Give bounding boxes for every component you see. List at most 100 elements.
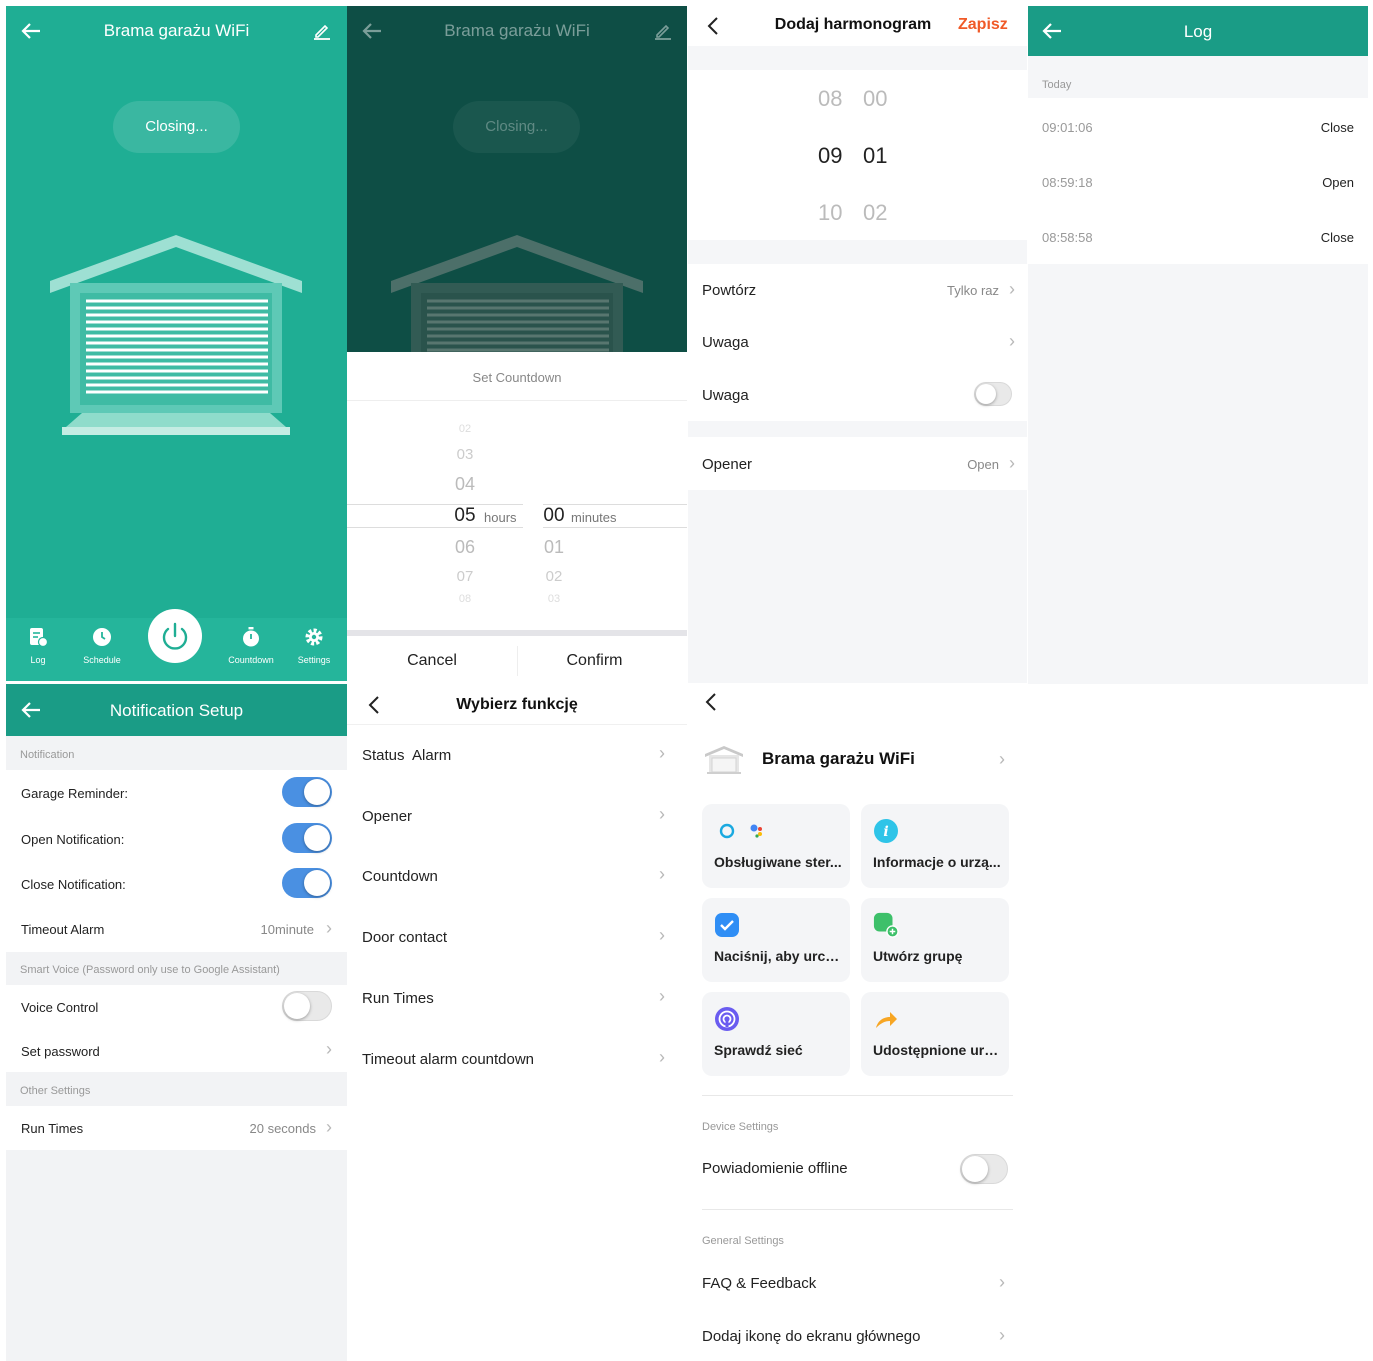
time-hour-1[interactable]: 08: [818, 86, 842, 112]
device-header-row[interactable]: Brama garażu WiFi ›: [688, 734, 1027, 786]
note-toggle-row: Uwaga: [688, 368, 1027, 421]
chevron-right-icon: ›: [326, 1039, 332, 1059]
time-minute-selected[interactable]: 01: [863, 143, 887, 169]
chevron-right-icon: ›: [659, 925, 665, 945]
settings-nav-item[interactable]: Settings: [292, 626, 336, 676]
hour-below-3[interactable]: 08: [445, 593, 485, 605]
time-hour-3[interactable]: 10: [818, 200, 842, 226]
opener-value: Open: [967, 457, 999, 472]
chevron-right-icon: ›: [1009, 279, 1015, 299]
status-text: Closing...: [485, 118, 548, 135]
note-row[interactable]: Uwaga ›: [688, 316, 1027, 368]
edit-pencil-icon[interactable]: [653, 21, 673, 41]
tile-supported-control[interactable]: Obsługiwane ster...: [702, 804, 850, 888]
divider: [702, 1095, 1013, 1096]
schedule-nav-item[interactable]: Schedule: [78, 626, 126, 676]
minute-below-3[interactable]: 03: [534, 593, 574, 605]
tile-tap-to-run[interactable]: Naciśnij, aby urch...: [702, 898, 850, 982]
run-times-row[interactable]: Run Times 20 seconds ›: [6, 1106, 347, 1150]
countdown-nav-item[interactable]: Countdown: [224, 626, 278, 676]
time-minute-3[interactable]: 02: [863, 200, 887, 226]
log-action-2: Open: [1322, 175, 1354, 190]
garage-reminder-row: Garage Reminder:: [6, 770, 347, 816]
minute-below-2[interactable]: 02: [534, 568, 574, 585]
opener-row[interactable]: Opener Open ›: [688, 437, 1027, 490]
device-title: Brama garażu WiFi: [103, 21, 250, 40]
hours-unit: hours: [484, 510, 517, 525]
function-item-opener[interactable]: Opener ›: [347, 786, 687, 846]
function-item-run-times[interactable]: Run Times ›: [347, 967, 687, 1027]
edit-pencil-icon[interactable]: [312, 21, 332, 41]
repeat-row[interactable]: Powtórz Tylko raz ›: [688, 264, 1027, 316]
time-minute-1[interactable]: 00: [863, 86, 887, 112]
chevron-right-icon: ›: [659, 864, 665, 884]
chevron-right-icon: ›: [659, 804, 665, 824]
log-screen: Log Today 09:01:06 Close 08:59:18 Open 0…: [1028, 6, 1368, 684]
voice-control-toggle[interactable]: [282, 991, 332, 1021]
hour-above-1[interactable]: 02: [445, 423, 485, 435]
tile-device-info[interactable]: i Informacje o urzą...: [861, 804, 1009, 888]
power-button[interactable]: [148, 609, 202, 663]
chevron-right-icon: ›: [326, 1117, 332, 1137]
function-title: Wybierz funkcję: [456, 696, 578, 713]
log-time-3: 08:58:58: [1042, 230, 1093, 245]
section-smart-voice: Smart Voice (Password only use to Google…: [20, 964, 280, 976]
garage-illustration: [391, 235, 643, 352]
close-notification-toggle[interactable]: [282, 868, 332, 898]
chevron-right-icon: ›: [1009, 331, 1015, 351]
function-item-door-contact[interactable]: Door contact ›: [347, 907, 687, 967]
stopwatch-icon: [243, 627, 259, 647]
tile-create-group[interactable]: Utwórz grupę: [861, 898, 1009, 982]
minute-below-1[interactable]: 01: [534, 537, 574, 558]
confirm-button[interactable]: Confirm: [517, 652, 672, 670]
tile-shared-devices[interactable]: Udostępnione urz...: [861, 992, 1009, 1076]
chevron-right-icon: ›: [999, 1272, 1005, 1292]
gear-icon: [305, 628, 323, 646]
chevron-right-icon: ›: [659, 986, 665, 1006]
notification-title: Notification Setup: [109, 701, 244, 720]
status-text: Closing...: [145, 118, 208, 135]
log-nav-item[interactable]: Log: [18, 626, 58, 676]
check-shield-icon: [715, 913, 739, 937]
hour-above-2[interactable]: 03: [445, 446, 485, 463]
close-notification-row: Close Notification:: [6, 862, 347, 907]
back-chevron-icon[interactable]: [704, 692, 718, 712]
hours-selected[interactable]: 05: [445, 505, 485, 527]
section-other-settings: Other Settings: [20, 1085, 91, 1097]
hour-below-1[interactable]: 06: [445, 537, 485, 558]
log-section-today: Today: [1042, 79, 1072, 91]
set-password-row[interactable]: Set password ›: [6, 1029, 347, 1072]
cancel-button[interactable]: Cancel: [347, 652, 517, 670]
note-toggle[interactable]: [974, 382, 1012, 406]
log-action-3: Close: [1320, 230, 1354, 245]
log-time-2: 08:59:18: [1042, 175, 1093, 190]
function-item-timeout-alarm-countdown[interactable]: Timeout alarm countdown ›: [347, 1028, 687, 1088]
add-to-home-row[interactable]: Dodaj ikonę do ekranu głównego ›: [688, 1317, 1027, 1357]
device-main-screen: Brama garażu WiFi Closing... Log Schedul…: [6, 6, 347, 681]
hour-above-3[interactable]: 04: [445, 474, 485, 495]
back-chevron-icon[interactable]: [706, 16, 720, 36]
garage-illustration: [50, 235, 302, 435]
empty-area: [1028, 684, 1368, 1361]
open-notification-row: Open Notification:: [6, 816, 347, 862]
offline-notification-toggle[interactable]: [960, 1154, 1008, 1184]
timeout-alarm-row[interactable]: Timeout Alarm 10minute ›: [6, 907, 347, 952]
chevron-right-icon: ›: [999, 749, 1005, 769]
garage-reminder-toggle[interactable]: [282, 777, 332, 807]
device-settings-screen: Brama garażu WiFi › Obsługiwane ster... …: [688, 684, 1027, 1361]
function-item-countdown[interactable]: Countdown ›: [347, 846, 687, 906]
chevron-right-icon: ›: [326, 918, 332, 938]
minutes-selected[interactable]: 00: [534, 505, 574, 527]
countdown-screen: Brama garażu WiFi Closing... Set Countdo…: [347, 6, 687, 681]
time-hour-selected[interactable]: 09: [818, 143, 842, 169]
log-action-1: Close: [1320, 120, 1354, 135]
divider: [347, 400, 687, 401]
alexa-google-icon: [719, 823, 762, 839]
hour-below-2[interactable]: 07: [445, 568, 485, 585]
faq-feedback-row[interactable]: FAQ & Feedback ›: [688, 1264, 1027, 1304]
minutes-unit: minutes: [571, 510, 617, 525]
save-button[interactable]: Zapisz: [958, 16, 1008, 34]
function-item-status-alarm[interactable]: Status Alarm ›: [347, 725, 687, 785]
tile-check-network[interactable]: Sprawdź sieć: [702, 992, 850, 1076]
open-notification-toggle[interactable]: [282, 823, 332, 853]
